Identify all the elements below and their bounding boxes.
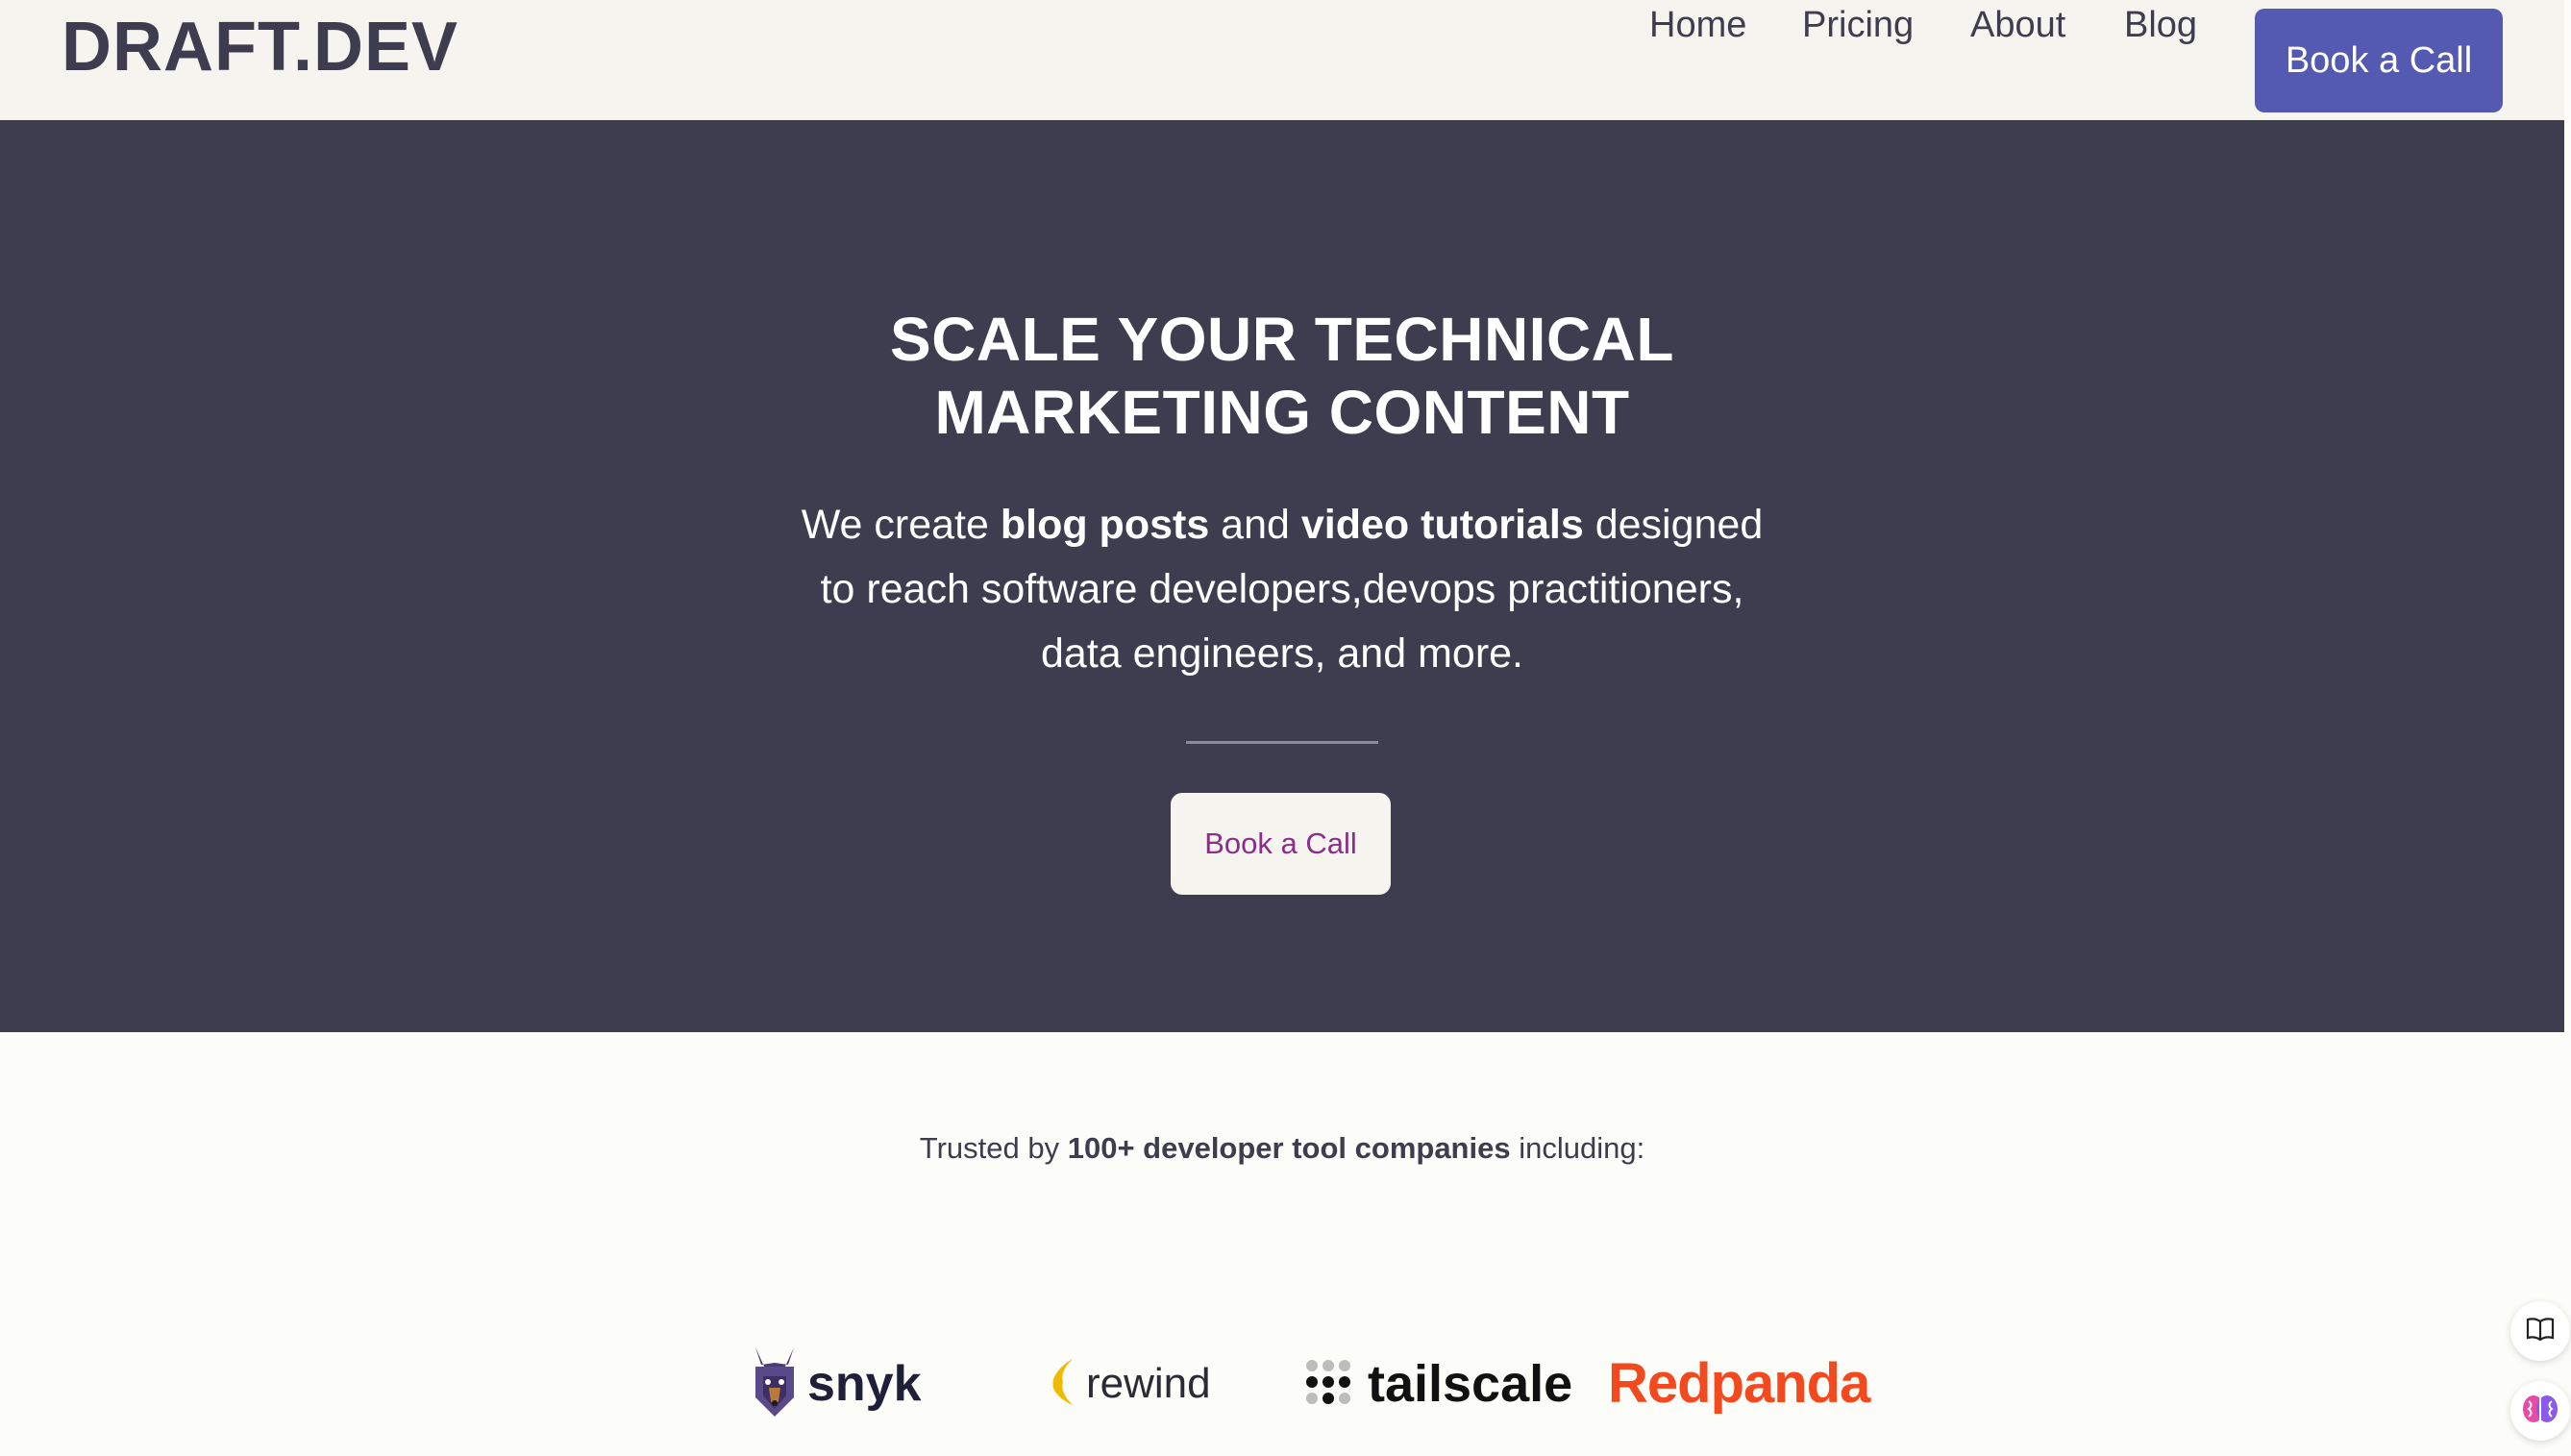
hero-subtitle: We create blog posts and video tutorials…: [788, 493, 1776, 686]
logo-snyk: snyk: [750, 1336, 922, 1432]
hero-subtitle-part2: and: [1209, 502, 1301, 548]
logo-snyk-text: snyk: [807, 1356, 922, 1412]
logo-redpanda-text: Redpanda: [1608, 1352, 1870, 1415]
logo-tailscale: tailscale: [1304, 1336, 1572, 1432]
hero-section: SCALE YOUR TECHNICAL MARKETING CONTENT W…: [0, 120, 2564, 1032]
hero-subtitle-bold1: blog posts: [1000, 502, 1210, 548]
trusted-suffix: including:: [1510, 1131, 1645, 1165]
hero-subtitle-bold2: video tutorials: [1300, 502, 1584, 548]
nav-book-call-button[interactable]: Book a Call: [2255, 9, 2503, 112]
logo-redpanda: Redpanda: [1608, 1336, 1870, 1432]
side-brain-button[interactable]: [2510, 1381, 2570, 1441]
hero-title-line2: MARKETING CONTENT: [934, 378, 1630, 447]
yellow-chevron-icon: [1044, 1355, 1078, 1414]
logo-rewind: rewind: [1044, 1336, 1211, 1432]
logo-tailscale-text: tailscale: [1368, 1355, 1573, 1413]
dot-grid-icon: [1304, 1358, 1352, 1411]
open-book-icon: [2526, 1317, 2555, 1346]
hero-subtitle-part1: We create: [801, 502, 1001, 548]
page: DRAFT.DEV Home Pricing About Blog Book a…: [0, 0, 2571, 1456]
nav-link-pricing[interactable]: Pricing: [1802, 0, 1914, 50]
nav-link-home[interactable]: Home: [1649, 0, 1746, 50]
trusted-bold: 100+ developer tool companies: [1067, 1131, 1511, 1165]
navbar: DRAFT.DEV Home Pricing About Blog Book a…: [0, 0, 2564, 120]
trusted-by-text: Trusted by 100+ developer tool companies…: [0, 1126, 2564, 1171]
hero-book-call-button[interactable]: Book a Call: [1171, 793, 1391, 895]
nav-link-about[interactable]: About: [1970, 0, 2065, 50]
client-logos: snyk rewind tailscale Redpanda: [0, 1336, 2564, 1442]
brand-logo[interactable]: DRAFT.DEV: [62, 6, 458, 88]
nav-link-blog[interactable]: Blog: [2124, 0, 2197, 50]
hero-title: SCALE YOUR TECHNICAL MARKETING CONTENT: [0, 303, 2564, 449]
trusted-prefix: Trusted by: [919, 1131, 1068, 1165]
brain-icon: [2521, 1392, 2559, 1431]
hero-title-line1: SCALE YOUR TECHNICAL: [890, 305, 1674, 374]
doberman-mascot-icon: [750, 1344, 800, 1425]
logo-rewind-text: rewind: [1086, 1360, 1211, 1407]
side-book-button[interactable]: [2510, 1301, 2570, 1361]
hero-divider: [1186, 741, 1378, 744]
